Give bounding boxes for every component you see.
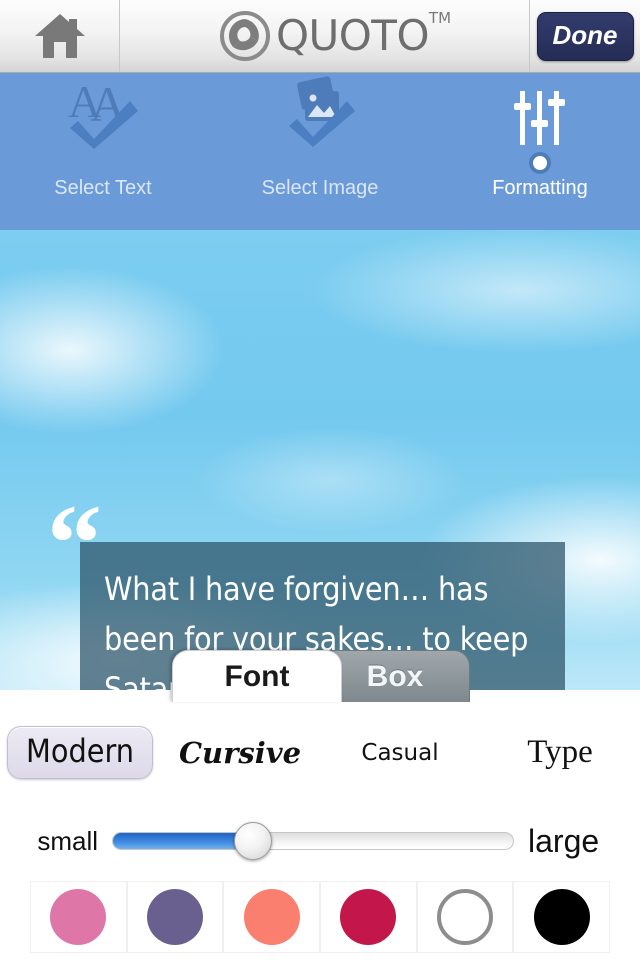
sliders-icon — [514, 91, 565, 145]
quote-canvas[interactable]: “ What I have forgiven… has been for you… — [0, 230, 640, 690]
font-option-type[interactable]: Type — [480, 734, 640, 771]
step-icon-select-text: A A — [13, 73, 193, 151]
font-size-slider[interactable] — [112, 822, 514, 860]
font-size-slider-row: small large — [0, 805, 640, 877]
color-swatch-coral[interactable] — [223, 881, 321, 953]
color-swatch-row — [0, 877, 640, 957]
swatch-circle — [147, 889, 203, 945]
color-swatch-crimson[interactable] — [320, 881, 417, 953]
logo-wordmark: QUOTO TM — [276, 11, 451, 57]
step-select-image[interactable]: Select Image — [230, 73, 410, 200]
swatch-circle — [340, 889, 397, 945]
swatch-circle — [437, 889, 494, 945]
font-family-row: Modern Cursive Casual Type — [0, 700, 640, 805]
swatch-circle — [533, 889, 590, 945]
swatch-circle — [50, 889, 107, 945]
font-option-casual-label: Casual — [361, 739, 439, 766]
app-header: QUOTO TM Done — [0, 0, 640, 73]
color-swatch-white[interactable] — [416, 881, 514, 953]
slider-max-label: large — [528, 822, 600, 859]
home-icon — [34, 14, 85, 58]
app-root: QUOTO TM Done A A Select Text Select Ima… — [0, 0, 640, 960]
step-label-select-image: Select Image — [261, 177, 379, 199]
font-option-type-label: Type — [527, 734, 593, 770]
slider-min-label: small — [37, 825, 98, 856]
home-button[interactable] — [0, 0, 120, 72]
tab-font[interactable]: Font — [172, 650, 342, 702]
font-option-cursive-label: Cursive — [178, 735, 302, 770]
step-formatting[interactable]: Formatting — [450, 73, 630, 200]
format-tabs: Box Font — [0, 650, 640, 702]
slider-fill — [113, 833, 253, 849]
step-label-select-text: Select Text — [54, 177, 152, 199]
progress-steps: A A Select Text Select Image Formatting — [0, 73, 640, 237]
color-swatch-black[interactable] — [513, 881, 611, 953]
step-select-text[interactable]: A A Select Text — [13, 73, 193, 200]
text-check-icon: A A — [68, 76, 138, 149]
app-logo: QUOTO TM — [120, 0, 530, 72]
swatch-circle — [243, 889, 300, 945]
font-option-casual[interactable]: Casual — [320, 740, 480, 766]
done-button-cell: Done — [530, 0, 640, 72]
slider-thumb[interactable] — [234, 822, 272, 860]
color-swatch-purple[interactable] — [126, 881, 224, 953]
aperture-logo-icon — [219, 11, 270, 61]
tab-box[interactable]: Box — [320, 650, 470, 702]
font-option-modern[interactable]: Modern — [0, 726, 160, 779]
step-active-dot — [529, 152, 551, 174]
formatting-panel: Modern Cursive Casual Type small large — [0, 700, 640, 960]
step-icon-formatting — [450, 73, 630, 151]
font-option-cursive[interactable]: Cursive — [160, 736, 320, 770]
trademark-mark: TM — [428, 9, 452, 27]
color-swatch-pink[interactable] — [30, 881, 127, 953]
image-check-icon — [289, 76, 355, 147]
font-option-modern-label: Modern — [7, 726, 153, 779]
done-button[interactable]: Done — [536, 11, 634, 61]
step-icon-select-image — [230, 73, 410, 151]
logo-text: QUOTO — [275, 11, 430, 60]
step-label-formatting: Formatting — [492, 177, 588, 199]
